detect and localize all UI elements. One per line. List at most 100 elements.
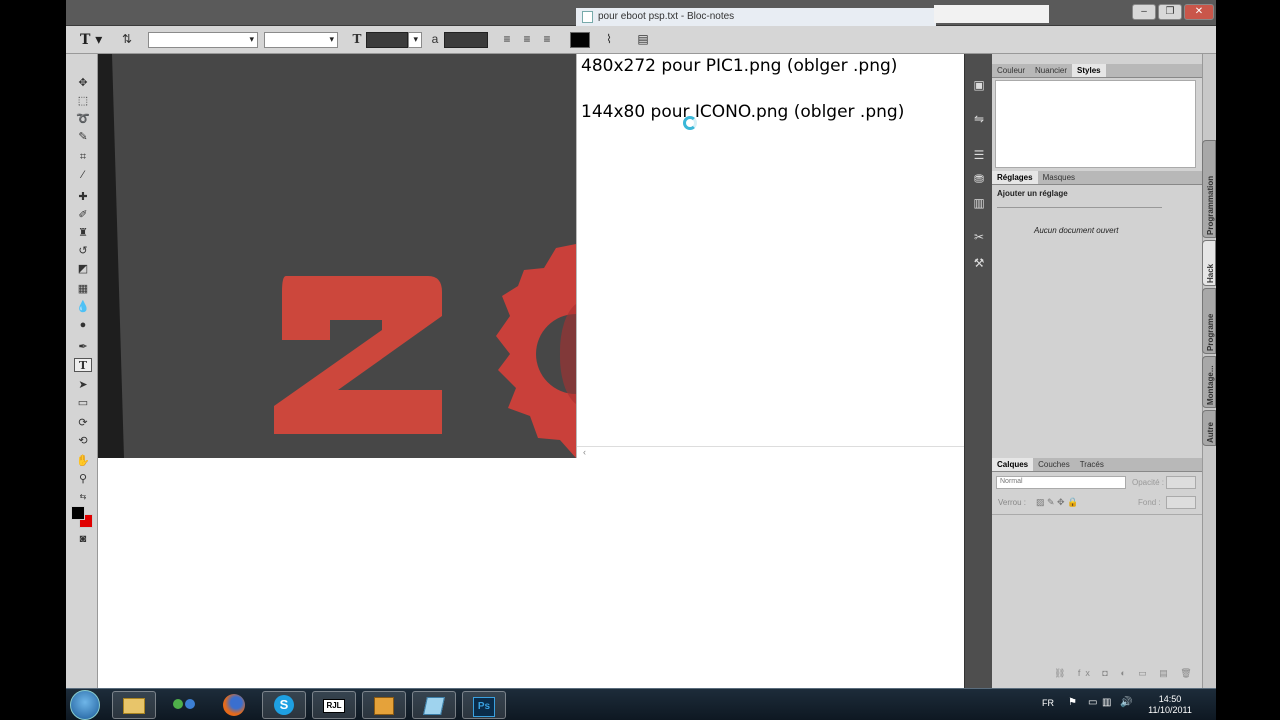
pen-icon[interactable]: ✒	[74, 340, 92, 354]
gradient-icon[interactable]: ▦	[74, 282, 92, 296]
type-icon[interactable]: T	[74, 358, 92, 372]
tab-couleur[interactable]: Couleur	[992, 64, 1030, 77]
notepad-line: 144x80 pour ICONO.png (oblger .png)	[581, 102, 905, 122]
volume-icon[interactable]: 🔊	[1120, 697, 1132, 708]
document-image	[98, 54, 576, 458]
notepad-text-area[interactable]: 480x272 pour PIC1.png (oblger .png) 144x…	[576, 54, 964, 458]
crop-icon[interactable]: ⌗	[74, 150, 92, 164]
styles-panel-icon[interactable]: ▥	[969, 194, 989, 212]
spot-healing-icon[interactable]: ✚	[74, 190, 92, 204]
tab-styles[interactable]: Styles	[1072, 64, 1106, 77]
tools-preset-icon[interactable]: ✂	[969, 228, 989, 246]
lock-icons[interactable]: ▨ ✎ ✥ 🔒	[1036, 497, 1078, 508]
history-panel-icon[interactable]: ▣	[969, 76, 989, 94]
photoshop-window: pour eboot psp.txt - Bloc-notes – ❐ ✕ T …	[66, 0, 1216, 688]
layers-footer-icons[interactable]: ⛓ fx ◘ ◐ ▭ ▤ 🗑	[1054, 668, 1197, 679]
font-size-dropdown[interactable]	[408, 32, 422, 48]
minimize-icon[interactable]: –	[1132, 4, 1156, 20]
adjust-divider	[997, 207, 1162, 208]
font-size-field[interactable]	[366, 32, 408, 48]
fill-label: Fond :	[1138, 498, 1161, 507]
text-color-swatch[interactable]	[570, 32, 590, 48]
close-icon[interactable]: ✕	[1184, 4, 1214, 20]
screen: pour eboot psp.txt - Bloc-notes – ❐ ✕ T …	[0, 0, 1280, 720]
layers-panel-tabs: Calques Couches Tracés	[992, 458, 1202, 472]
swap-colors-icon[interactable]: ⇆	[74, 490, 92, 504]
masks-panel-icon[interactable]: ⛃	[969, 170, 989, 188]
package-taskbar-icon[interactable]	[362, 691, 406, 719]
messenger-taskbar-icon[interactable]	[162, 691, 206, 719]
tab-reglages[interactable]: Réglages	[992, 171, 1038, 184]
warp-text-icon[interactable]: ⌇	[602, 32, 616, 48]
align-right-icon[interactable]: ≡	[540, 32, 554, 48]
notepad-scrollbar[interactable]: ‹	[577, 446, 964, 458]
styles-swatch-area[interactable]	[995, 80, 1196, 168]
language-indicator[interactable]: FR	[1042, 698, 1054, 708]
blend-mode-select[interactable]: Normal	[996, 476, 1126, 489]
adjustments-panel-icon[interactable]: ☰	[969, 146, 989, 164]
firefox-taskbar-icon[interactable]	[212, 691, 256, 719]
quick-selection-icon[interactable]: ✎	[74, 130, 92, 144]
rectangle-icon[interactable]: ▭	[74, 396, 92, 410]
antialias-select[interactable]	[444, 32, 488, 48]
rjl-taskbar-icon[interactable]: RJL	[312, 691, 356, 719]
start-button[interactable]	[70, 690, 100, 720]
color-panel-tabs: Couleur Nuancier Styles	[992, 64, 1202, 78]
foreground-color-swatch[interactable]	[71, 506, 85, 520]
tab-nuancier[interactable]: Nuancier	[1030, 64, 1072, 77]
quick-mask-icon[interactable]: ◙	[74, 532, 92, 546]
brush-icon[interactable]: ✐	[74, 208, 92, 222]
notepad-titlebar[interactable]: pour eboot psp.txt - Bloc-notes	[576, 8, 936, 26]
notepad-title-text: pour eboot psp.txt - Bloc-notes	[598, 11, 735, 22]
antialias-icon: a	[431, 32, 439, 46]
clock-time: 14:50	[1158, 694, 1182, 704]
tab-calques[interactable]: Calques	[992, 458, 1034, 471]
dodge-icon[interactable]: ●	[74, 318, 92, 332]
lasso-icon[interactable]: ➰	[74, 112, 92, 126]
tab-masques[interactable]: Masques	[1038, 171, 1080, 184]
3d-rotate-icon[interactable]: ⟳	[74, 416, 92, 430]
path-selection-icon[interactable]: ➤	[74, 378, 92, 392]
marquee-icon[interactable]: ⬚	[74, 94, 92, 108]
battery-icon[interactable]: ▭	[1088, 697, 1097, 708]
maximize-icon[interactable]: ❐	[1158, 4, 1182, 20]
fill-field[interactable]	[1166, 496, 1196, 509]
clone-source-icon[interactable]: ⚒	[969, 254, 989, 272]
3d-orbit-icon[interactable]: ⟲	[74, 434, 92, 448]
tab-programmation[interactable]: Programmation	[1202, 140, 1216, 238]
clone-stamp-icon[interactable]: ♜	[74, 226, 92, 240]
opacity-field[interactable]	[1166, 476, 1196, 489]
text-orientation-icon[interactable]: ⇅	[120, 32, 134, 48]
network-icon[interactable]: ▥	[1102, 697, 1111, 708]
history-brush-icon[interactable]: ↺	[74, 244, 92, 258]
notepad-icon	[582, 11, 593, 23]
tab-autre[interactable]: Autre	[1202, 410, 1216, 446]
type-tool-preset[interactable]: T ▾	[80, 32, 108, 48]
align-left-icon[interactable]: ≡	[500, 32, 514, 48]
notepad-line: 480x272 pour PIC1.png (oblger .png)	[581, 56, 898, 76]
zoom-icon[interactable]: ⚲	[74, 472, 92, 486]
tab-couches[interactable]: Couches	[1033, 458, 1075, 471]
photoshop-taskbar-icon[interactable]: Ps	[462, 691, 506, 719]
blur-icon[interactable]: 💧	[74, 300, 92, 314]
tab-programe[interactable]: Programe	[1202, 288, 1216, 354]
system-clock[interactable]: 14:50 11/10/2011	[1140, 694, 1200, 716]
font-style-select[interactable]	[264, 32, 338, 48]
tab-hack[interactable]: Hack	[1202, 240, 1216, 286]
document-canvas[interactable]: 480x272 pour PIC1.png (oblger .png) 144x…	[98, 54, 964, 688]
action-center-icon[interactable]: ⚑	[1068, 697, 1077, 708]
actions-panel-icon[interactable]: ⇋	[969, 110, 989, 128]
tab-traces[interactable]: Tracés	[1075, 458, 1109, 471]
window-controls: – ❐ ✕	[1132, 4, 1214, 20]
tab-montage[interactable]: Montage...	[1202, 356, 1216, 408]
align-center-icon[interactable]: ≡	[520, 32, 534, 48]
character-panel-icon[interactable]: ▤	[636, 32, 650, 48]
notes-taskbar-icon[interactable]	[412, 691, 456, 719]
eyedropper-icon[interactable]: ⁄	[74, 168, 92, 182]
move-icon[interactable]: ✥	[74, 76, 92, 90]
skype-taskbar-icon[interactable]: S	[262, 691, 306, 719]
font-family-select[interactable]	[148, 32, 258, 48]
eraser-icon[interactable]: ◩	[74, 262, 92, 276]
hand-icon[interactable]: ✋	[74, 454, 92, 468]
explorer-taskbar-icon[interactable]	[112, 691, 156, 719]
